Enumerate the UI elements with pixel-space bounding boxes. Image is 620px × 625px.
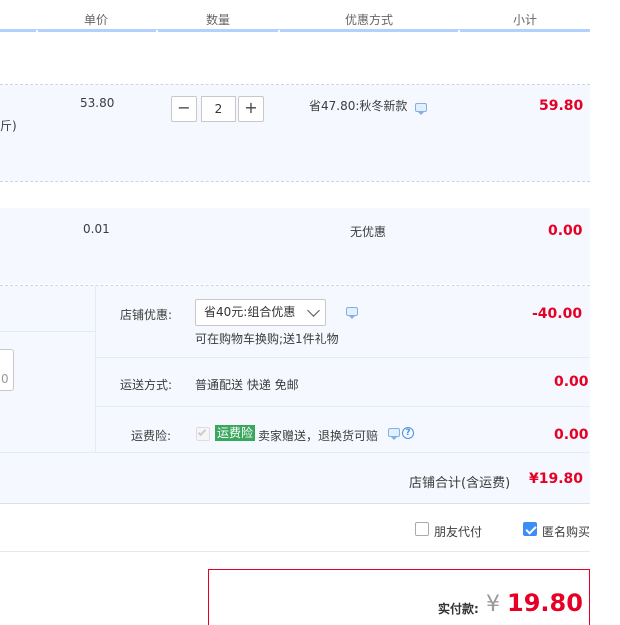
insurance-tag: 运费险: [215, 425, 256, 441]
header-discount: 优惠方式: [344, 13, 393, 27]
message-count: 0: [1, 372, 9, 386]
shipping-value: 普通配送 快递 免邮: [195, 378, 299, 392]
item2-unit-price: 0.01: [83, 222, 110, 236]
chat-icon[interactable]: [346, 307, 358, 319]
insurance-text: 卖家赠送，退换货可赔: [258, 429, 379, 443]
qty-input[interactable]: 2: [201, 96, 236, 122]
shipping-amount: 0.00: [554, 374, 589, 390]
item1-name-fragment: 斤): [0, 119, 17, 133]
qty-minus-button[interactable]: −: [171, 96, 197, 122]
item1-discount: 省47.80:秋冬新款: [309, 99, 408, 113]
item2-subtotal: 0.00: [548, 223, 583, 239]
header-quantity: 数量: [205, 13, 230, 27]
item1-subtotal: 59.80: [539, 98, 584, 114]
friend-pay-label[interactable]: 朋友代付: [434, 523, 482, 540]
promo-label: 店铺优惠:: [120, 308, 173, 322]
insurance-label: 运费险:: [131, 429, 172, 443]
item-row-2: [0, 208, 590, 284]
payment-label: 实付款:: [438, 602, 479, 616]
help-icon[interactable]: ?: [402, 427, 414, 439]
friend-pay-checkbox[interactable]: [415, 522, 429, 536]
promo-selected-value: 省40元:组合优惠: [204, 305, 296, 319]
header-subtotal: 小计: [512, 13, 537, 27]
shipping-label: 运送方式:: [120, 378, 173, 392]
promo-amount: -40.00: [532, 306, 583, 322]
insurance-checkbox: [196, 427, 210, 441]
shop-total-value: ¥19.80: [529, 471, 584, 487]
anonymous-checkbox[interactable]: [523, 522, 537, 536]
divider: [0, 181, 590, 182]
payment-amount: 19.80: [507, 589, 583, 617]
item2-discount: 无优惠: [350, 225, 387, 239]
payment-box: 实付款: ¥ 19.80: [208, 569, 590, 625]
anonymous-label[interactable]: 匿名购买: [542, 523, 590, 540]
promo-select[interactable]: 省40元:组合优惠: [195, 299, 326, 326]
chat-icon[interactable]: [388, 428, 400, 440]
promo-note: 可在购物车换购;送1件礼物: [195, 332, 339, 346]
insurance-amount: 0.00: [554, 427, 589, 443]
chat-icon[interactable]: [415, 103, 427, 115]
chevron-down-icon: [307, 304, 320, 317]
message-input[interactable]: 0: [0, 349, 14, 391]
table-header: 单价 数量 优惠方式 小计: [0, 0, 590, 32]
shop-total-label: 店铺合计(含运费): [409, 476, 511, 491]
qty-plus-button[interactable]: +: [238, 96, 264, 122]
item1-unit-price: 53.80: [80, 96, 115, 110]
payment-currency: ¥: [486, 592, 500, 617]
header-price: 单价: [83, 13, 108, 27]
